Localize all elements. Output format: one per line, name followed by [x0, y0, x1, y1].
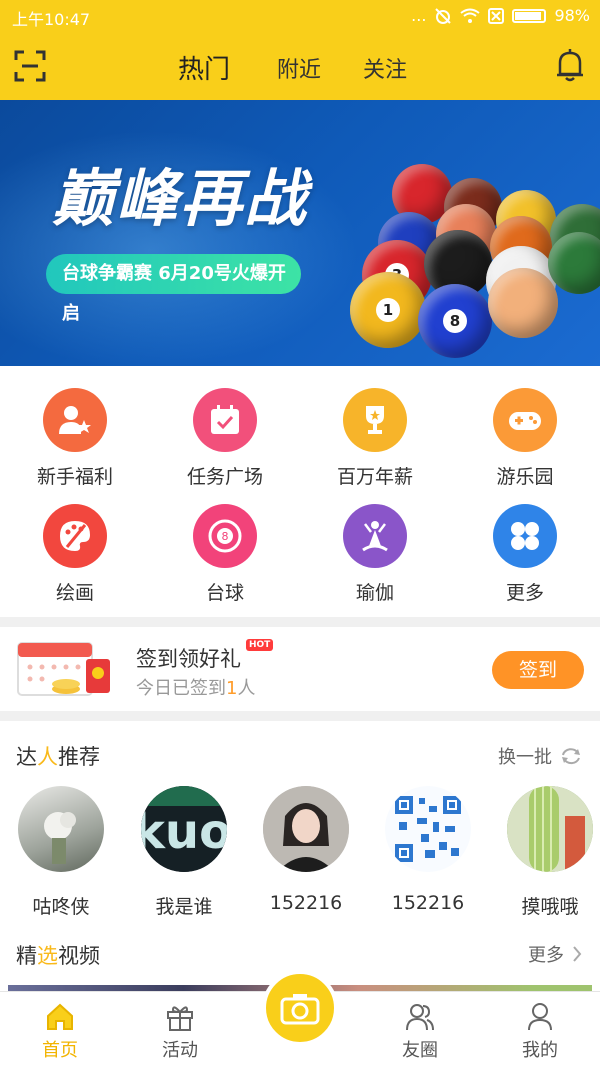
tab-following[interactable]: 关注: [363, 52, 407, 84]
avatar[interactable]: [263, 786, 349, 872]
videos-title-highlight: 选: [37, 944, 58, 968]
avatar[interactable]: [18, 786, 104, 872]
calendar-check-icon: [193, 388, 257, 452]
friends-icon: [406, 1004, 434, 1031]
gamepad-icon: [493, 388, 557, 452]
signin-subtitle: 今日已签到1人: [136, 674, 255, 700]
expert-name: 咕咚侠: [32, 896, 90, 918]
gift-icon: [167, 1006, 193, 1031]
nav-label: 活动: [162, 1040, 198, 1061]
refresh-label: 换一批: [498, 747, 552, 768]
home-icon: [47, 1003, 73, 1030]
category-billiards[interactable]: 8 台球: [150, 482, 300, 604]
category-more[interactable]: 更多: [450, 482, 600, 604]
tab-nearby[interactable]: 附近: [277, 52, 321, 84]
divider: [0, 617, 600, 627]
chevron-right-icon: [573, 946, 582, 962]
videos-title-b: 视频: [58, 944, 100, 968]
trophy-icon: [343, 388, 407, 452]
billiard-ball-icon: 8: [193, 504, 257, 568]
user-icon: [528, 1003, 552, 1031]
experts-title-a: 达: [16, 745, 37, 769]
status-time: 上午10:47: [12, 10, 91, 29]
category-label: 绘画: [55, 582, 94, 604]
avatar[interactable]: [507, 786, 593, 872]
avatar[interactable]: kuo: [141, 786, 227, 872]
camera-icon: [280, 994, 320, 1025]
signin-sub-suffix: 人: [237, 678, 256, 699]
ball-number-8: 8: [443, 309, 467, 333]
ball-peach: [488, 268, 558, 338]
grid-icon: [493, 504, 557, 568]
battery-icon: [512, 8, 547, 23]
expert-name: 152216: [391, 892, 465, 914]
experts-title: 达人推荐: [16, 741, 100, 771]
palette-icon: [43, 504, 107, 568]
expert-name: 152216: [269, 892, 343, 914]
divider: [0, 711, 600, 721]
banner-subtitle: 台球争霸赛 6月20号火爆开启: [46, 254, 301, 324]
nav-friends[interactable]: 友圈: [360, 992, 480, 1068]
nav-activity[interactable]: 活动: [120, 992, 240, 1068]
camera-button[interactable]: [262, 970, 338, 1046]
nav-home[interactable]: 首页: [0, 992, 120, 1068]
ball-one: 1: [350, 272, 426, 348]
top-tabs: 热门 附近 关注: [0, 34, 600, 100]
sim-off-icon: [488, 7, 505, 24]
hot-badge: HOT: [246, 639, 274, 651]
refresh-button[interactable]: 换一批: [498, 743, 582, 769]
top-header: 热门 附近 关注: [0, 34, 600, 100]
battery-percent: 98%: [554, 6, 590, 25]
bell-icon[interactable]: [554, 48, 586, 84]
category-label: 更多: [505, 582, 544, 604]
svg-text:kuo: kuo: [141, 804, 227, 860]
signin-count: 1: [226, 678, 238, 699]
status-bar: 上午10:47 ... 98%: [0, 0, 600, 34]
ball-eight: 8: [418, 284, 492, 358]
bottom-nav: 首页 活动 友圈 我的: [0, 970, 600, 1068]
signin-button[interactable]: 签到: [492, 651, 584, 689]
avatar[interactable]: [385, 786, 471, 872]
category-yoga[interactable]: 瑜伽: [300, 482, 450, 604]
videos-title-a: 精: [16, 944, 37, 968]
category-newbie[interactable]: 新手福利: [0, 366, 150, 488]
nav-label: 我的: [522, 1040, 558, 1061]
calendar-gift-icon: [17, 642, 110, 696]
experts-title-highlight: 人: [37, 745, 58, 769]
signin-sub-prefix: 今日已签到: [136, 678, 226, 699]
category-grid: 新手福利 任务广场 百万年薪 游乐园 绘画 8 台球 瑜伽 更多: [0, 366, 600, 616]
tab-hot[interactable]: 热门: [178, 49, 230, 86]
category-painting[interactable]: 绘画: [0, 482, 150, 604]
status-icons: ... 98%: [411, 6, 590, 25]
videos-more-link[interactable]: 更多: [528, 941, 582, 967]
videos-title: 精选视频: [16, 940, 100, 970]
user-star-icon: [43, 388, 107, 452]
banner-title: 巅峰再战: [52, 162, 309, 235]
category-tasks[interactable]: 任务广场: [150, 366, 300, 488]
nav-label: 首页: [42, 1040, 78, 1061]
category-salary[interactable]: 百万年薪: [300, 366, 450, 488]
signin-card: 签到领好礼 HOT 今日已签到1人 签到: [0, 627, 600, 711]
ball-number-1: 1: [376, 298, 400, 322]
expert-name: 我是谁: [155, 896, 213, 918]
refresh-icon: [562, 748, 580, 765]
category-playground[interactable]: 游乐园: [450, 366, 600, 488]
expert-name: 摸哦哦: [521, 896, 579, 918]
signin-title: 签到领好礼: [136, 647, 241, 671]
nav-label: 友圈: [402, 1040, 438, 1061]
experts-title-b: 推荐: [58, 745, 100, 769]
nav-me[interactable]: 我的: [480, 992, 600, 1068]
more-dots-icon: ...: [411, 6, 427, 25]
category-label: 瑜伽: [355, 582, 394, 604]
more-label: 更多: [528, 945, 564, 966]
alarm-off-icon: [435, 7, 452, 24]
wifi-icon: [460, 8, 481, 23]
yoga-icon: [343, 504, 407, 568]
category-label: 台球: [205, 582, 244, 604]
promo-banner[interactable]: 巅峰再战 台球争霸赛 6月20号火爆开启 3 1 8: [0, 100, 600, 366]
svg-text:8: 8: [222, 530, 229, 543]
